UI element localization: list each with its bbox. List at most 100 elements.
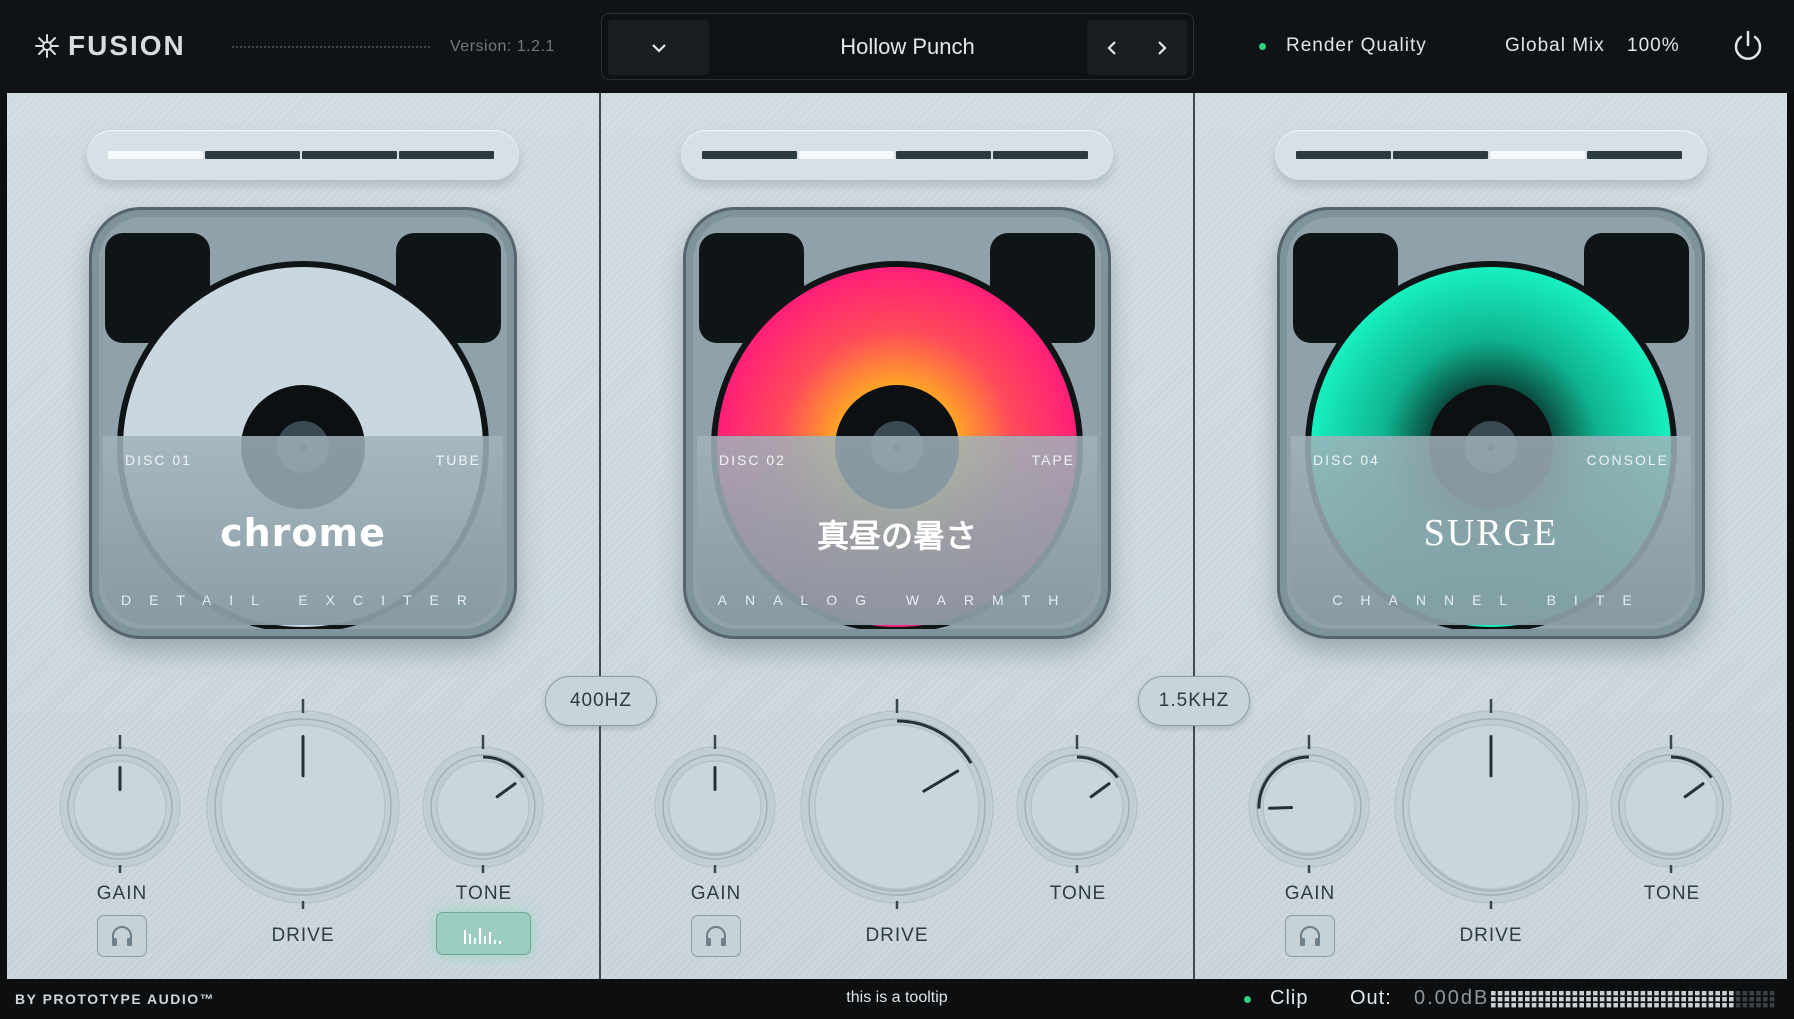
meter-cell	[1749, 997, 1754, 1002]
chevron-left-icon	[1107, 40, 1116, 55]
band-2-segment-2[interactable]	[799, 151, 894, 159]
meter-cell	[1599, 991, 1605, 996]
band-2-solo-button[interactable]	[691, 915, 741, 957]
render-quality-toggle[interactable]: Render Quality	[1286, 35, 1427, 57]
crossover-2-button[interactable]: 1.5KHZ	[1138, 676, 1250, 726]
meter-cell	[1722, 991, 1727, 996]
disc-label-card: DISC 02 TAPE 真昼の暑さ ANALOG WARMTH	[697, 436, 1097, 625]
meter-cell	[1708, 997, 1714, 1002]
band-2-gain-label: GAIN	[690, 883, 742, 904]
band-2-disc[interactable]: DISC 02 TAPE 真昼の暑さ ANALOG WARMTH	[683, 207, 1111, 639]
meter-cell	[1763, 997, 1768, 1002]
meter-cell	[1579, 991, 1584, 996]
band-1-segment-2[interactable]	[205, 151, 300, 159]
meter-cell	[1620, 991, 1625, 996]
band-2-segment-4[interactable]	[993, 151, 1088, 159]
meter-cell	[1613, 997, 1618, 1002]
meter-cell	[1722, 1003, 1727, 1008]
band-2-segment-3[interactable]	[896, 151, 991, 159]
meter-cell	[1565, 1003, 1571, 1008]
band-3-gain-knob[interactable]	[1244, 700, 1374, 910]
meter-cell	[1599, 1003, 1605, 1008]
band-1-gain-knob[interactable]	[55, 700, 185, 910]
disc-housing: DISC 02 TAPE 真昼の暑さ ANALOG WARMTH	[693, 217, 1101, 629]
brand-logo: FUSION	[34, 30, 186, 62]
meter-cell	[1565, 997, 1571, 1002]
band-3-segment-1[interactable]	[1296, 151, 1391, 159]
meter-cell	[1552, 991, 1557, 996]
band-3-solo-button[interactable]	[1285, 915, 1335, 957]
headphones-icon	[1300, 926, 1320, 946]
band-2-tone-knob[interactable]	[1012, 700, 1142, 910]
meter-cell	[1565, 991, 1571, 996]
preset-prev-button[interactable]	[1087, 20, 1137, 75]
band-2-gain-knob[interactable]	[650, 700, 780, 910]
meter-cell	[1708, 1003, 1714, 1008]
meter-cell	[1525, 1003, 1530, 1008]
meter-cell	[1654, 1003, 1659, 1008]
band-1-tone-label: TONE	[455, 883, 513, 904]
meter-cell	[1497, 997, 1503, 1002]
global-mix-value[interactable]: 100%	[1627, 35, 1680, 57]
band-2-drive-label: DRIVE	[865, 925, 929, 946]
band-3-drive-knob[interactable]	[1386, 690, 1596, 920]
meter-cell	[1511, 991, 1516, 996]
meter-cell	[1742, 1003, 1748, 1008]
meter-cell	[1681, 1003, 1686, 1008]
band-3-tone-label: TONE	[1643, 883, 1701, 904]
band-3-tone-knob[interactable]	[1606, 700, 1736, 910]
top-bar: FUSION Version: 1.2.1 Hollow Punch Rende…	[0, 0, 1794, 93]
band-2-segment-1[interactable]	[702, 151, 797, 159]
band-1-tone-knob[interactable]	[418, 700, 548, 910]
band-1-solo-button[interactable]	[97, 915, 147, 957]
meter-cell	[1749, 991, 1754, 996]
meter-cell	[1715, 991, 1720, 996]
render-quality-indicator	[1259, 43, 1266, 50]
band-1-drive-knob[interactable]	[198, 690, 408, 920]
meter-cell	[1708, 991, 1714, 996]
output-gain-value[interactable]: 0.00dB	[1414, 987, 1489, 1010]
band-3-segment-2[interactable]	[1393, 151, 1488, 159]
meter-cell	[1627, 997, 1632, 1002]
band-1-segment-3[interactable]	[302, 151, 397, 159]
meter-cell	[1756, 991, 1761, 996]
meter-cell	[1531, 1003, 1537, 1008]
band-1-mode-selector[interactable]	[87, 130, 519, 180]
preset-name[interactable]: Hollow Punch	[732, 34, 1083, 60]
power-icon[interactable]	[1731, 29, 1765, 63]
preset-dropdown-button[interactable]	[608, 20, 709, 75]
meter-cell	[1735, 991, 1741, 996]
meter-cell	[1701, 997, 1707, 1002]
band-3-segment-3[interactable]	[1490, 151, 1585, 159]
band-3-mode-selector[interactable]	[1275, 130, 1707, 180]
meter-cell	[1599, 997, 1605, 1002]
preset-next-button[interactable]	[1137, 20, 1187, 75]
disc-housing: DISC 04 CONSOLE SURGE CHANNEL BITE	[1287, 217, 1695, 629]
band-1-segment-1[interactable]	[108, 151, 203, 159]
meter-cell	[1613, 991, 1618, 996]
meter-cell	[1742, 991, 1748, 996]
meter-cell	[1661, 1003, 1666, 1008]
meter-cell	[1769, 997, 1775, 1002]
band-3-segment-4[interactable]	[1587, 151, 1682, 159]
band-1-analyzer-button[interactable]	[436, 912, 531, 955]
meter-cell	[1661, 991, 1666, 996]
meter-cell	[1742, 997, 1748, 1002]
meter-cell	[1504, 991, 1510, 996]
band-divider-2	[1193, 93, 1195, 979]
band-1-segment-4[interactable]	[399, 151, 494, 159]
band-2-mode-selector[interactable]	[681, 130, 1113, 180]
meter-cell	[1572, 1003, 1578, 1008]
meter-cell	[1735, 1003, 1741, 1008]
meter-cell	[1525, 997, 1530, 1002]
meter-cell	[1531, 991, 1537, 996]
disc-title: chrome	[220, 511, 386, 555]
band-1-disc[interactable]: DISC 01 TUBE chrome DETAIL EXCITER	[89, 207, 517, 639]
clip-toggle[interactable]: Clip	[1270, 987, 1308, 1010]
band-3-disc[interactable]: DISC 04 CONSOLE SURGE CHANNEL BITE	[1277, 207, 1705, 639]
version-label: Version: 1.2.1	[450, 38, 555, 55]
meter-cell	[1525, 991, 1530, 996]
band-2-drive-knob[interactable]	[792, 690, 1002, 920]
crossover-1-button[interactable]: 400HZ	[545, 676, 657, 726]
meter-cell	[1606, 1003, 1612, 1008]
